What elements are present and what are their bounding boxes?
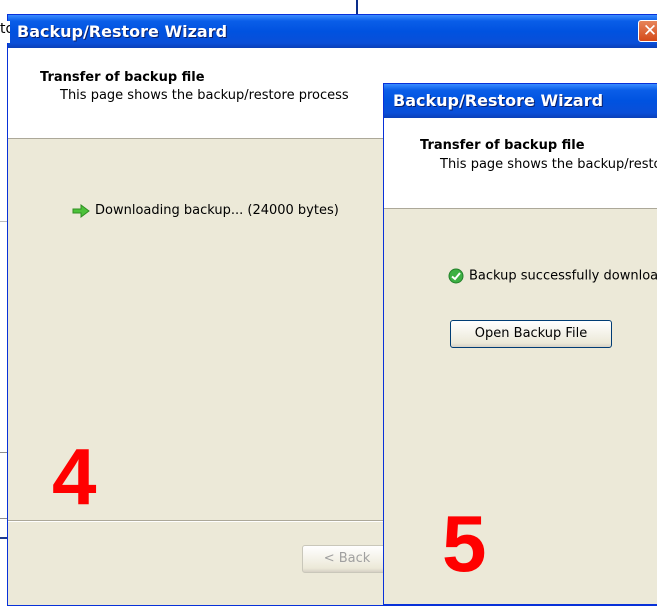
download-status: Downloading backup... (24000 bytes) — [72, 203, 339, 218]
step-number: 5 — [442, 499, 487, 588]
wizard-window-step-5: Backup/Restore Wizard Transfer of backup… — [383, 83, 657, 605]
header-description: This page shows the backup/restore proce… — [60, 88, 349, 103]
green-check-icon — [448, 268, 464, 284]
close-icon: ✕ — [642, 21, 657, 41]
header-title: Transfer of backup file — [40, 70, 205, 85]
header-title: Transfer of backup file — [420, 138, 585, 153]
open-backup-file-label: Open Backup File — [474, 326, 588, 341]
header-description: This page shows the backup/restore proce… — [440, 157, 657, 172]
close-button[interactable]: ✕ — [638, 20, 657, 42]
status-text: Downloading backup... (24000 bytes) — [95, 203, 339, 218]
back-button-label: < Back — [323, 551, 371, 566]
open-backup-file-button[interactable]: Open Backup File — [450, 320, 612, 348]
wizard-header: Transfer of backup file This page shows … — [384, 118, 657, 209]
window-title: Backup/Restore Wizard — [393, 91, 604, 110]
window-title: Backup/Restore Wizard — [17, 22, 228, 41]
back-button[interactable]: < Back — [302, 545, 392, 573]
title-bar[interactable]: Backup/Restore Wizard — [384, 84, 657, 118]
step-number: 4 — [52, 432, 97, 521]
title-bar[interactable]: Backup/Restore Wizard ✕ — [8, 15, 657, 48]
download-status: Backup successfully downloaded — [448, 268, 657, 284]
status-text: Backup successfully downloaded — [469, 268, 657, 284]
green-arrow-icon — [72, 203, 90, 218]
underlying-title-fragment: to — [0, 21, 10, 43]
